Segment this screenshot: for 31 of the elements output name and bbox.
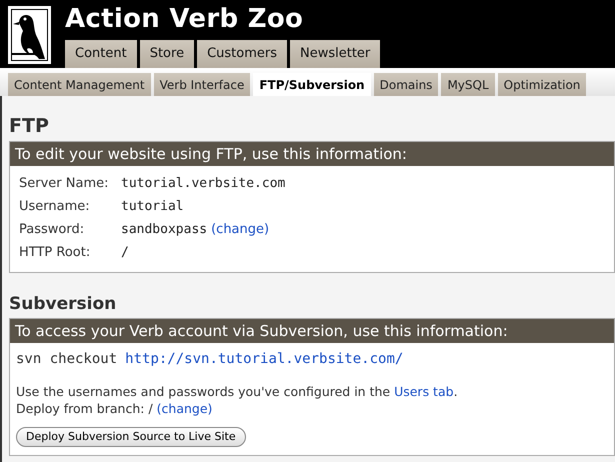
sub-tab[interactable]: Domains [374, 73, 438, 96]
users-tab-link[interactable]: Users tab [394, 384, 454, 399]
nav-tab[interactable]: Newsletter [290, 40, 380, 68]
sub-tab[interactable]: FTP/Subversion [253, 73, 371, 96]
panel-header: To edit your website using FTP, use this information: [10, 142, 614, 166]
site-title: Action Verb Zoo [65, 3, 304, 35]
field-label: Username: [19, 198, 91, 216]
field-label: Password: [19, 220, 86, 239]
sub-tab[interactable]: Content Management [8, 73, 151, 96]
instruction-text: Use the usernames and passwords you've configured in the Users tab. [16, 383, 459, 400]
field-label: Server Name: [19, 174, 110, 193]
section-heading: Subversion [9, 293, 118, 315]
field-value: / [121, 244, 129, 262]
nav-tab[interactable]: Store [140, 40, 194, 68]
change-link[interactable]: (change) [156, 400, 212, 417]
field-value: tutorial [121, 198, 184, 216]
sub-tab[interactable]: MySQL [441, 73, 495, 96]
repository-link[interactable]: http://svn.tutorial.verbsite.com/ [125, 350, 404, 368]
panel-header: To access your Verb account via Subversion, use this information: [10, 319, 614, 343]
field-value: tutorial.verbsite.com [121, 174, 286, 193]
section-heading: FTP [9, 114, 50, 138]
field-value: sandboxpass [121, 220, 208, 239]
command-text: svn checkout [16, 350, 118, 368]
nav-tab[interactable]: Content [65, 40, 137, 68]
change-link[interactable]: (change) [211, 220, 270, 240]
nav-tab[interactable]: Customers [197, 40, 287, 68]
field-label: HTTP Root: [19, 244, 92, 262]
branch-text: Deploy from branch: / [16, 400, 153, 417]
sub-tab[interactable]: Verb Interface [154, 73, 250, 96]
sub-tab[interactable]: Optimization [498, 73, 586, 96]
deploy-button[interactable]: Deploy Subversion Source to Live Site [16, 427, 246, 447]
